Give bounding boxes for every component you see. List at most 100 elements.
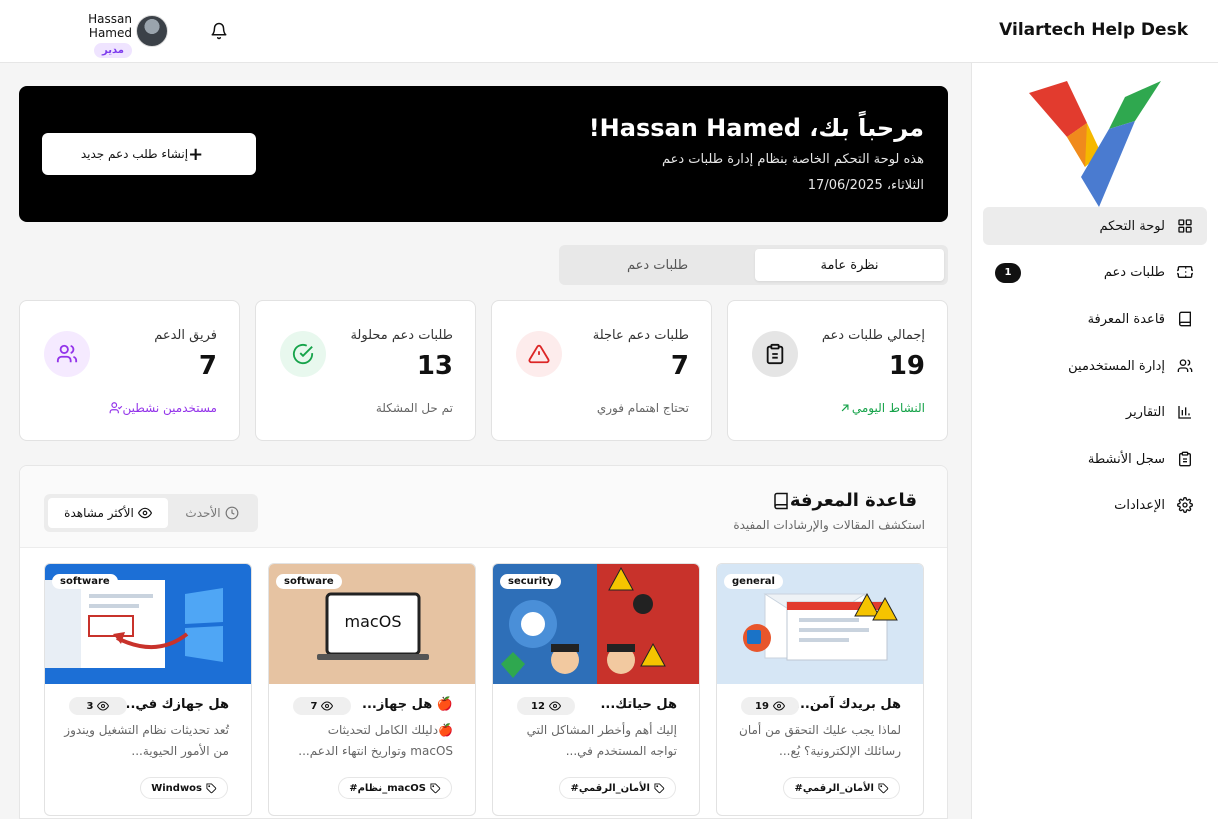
welcome-subtitle: هذه لوحة التحكم الخاصة بنظام إدارة طلبات… [661,152,924,167]
kb-title-label: قاعدة المعرفة [789,490,917,511]
avatar[interactable] [136,15,168,47]
article-excerpt: تُعد تحديثات نظام التشغيل ويندوز من الأم… [64,723,229,758]
user-check-icon [109,402,122,414]
article-card[interactable]: software هل جهازك في... 3 تُعد تحديثات ن… [44,563,252,816]
user-menu[interactable]: Hassan Hamed مدير [42,12,132,58]
article-excerpt: لماذا يجب عليك التحقق من أمان رسائلك الإ… [739,723,901,758]
stat-title: إجمالي طلبات دعم [821,328,925,343]
stat-icon-circle [516,331,562,377]
stat-value: 19 [888,351,925,381]
stat-footer-label: تحتاج اهتمام فوري [596,401,689,415]
article-tag[interactable]: #نظام_macOS [338,777,452,799]
tickets-count-badge: 1 [995,263,1021,283]
stat-footer: مستخدمين نشطين [103,401,217,415]
sidebar-item-knowledge-base[interactable]: قاعدة المعرفة [983,300,1207,338]
kb-sort-toggle: الأحدث الأكثر مشاهدة [44,494,258,532]
sort-latest-button[interactable]: الأحدث [170,498,254,528]
book-icon [1179,311,1191,327]
view-count-value: 3 [86,700,94,712]
sidebar-item-users[interactable]: إدارة المستخدمين [983,347,1207,385]
stat-title: طلبات دعم محلولة [350,328,453,343]
stat-title: فريق الدعم [154,328,217,343]
sidebar-item-label: التقارير [1125,404,1165,420]
kb-title: قاعدة المعرفة [768,490,917,511]
view-count-value: 12 [531,700,545,712]
sidebar: لوحة التحكم طلبات دعم 1 قاعدة المعرفة إد… [971,63,1218,819]
tag-icon [878,782,889,793]
tab-overview[interactable]: نظرة عامة [755,249,944,281]
new-ticket-button[interactable]: + إنشاء طلب دعم جديد [42,133,256,175]
article-title: هل جهازك في... [120,697,229,712]
sidebar-item-tickets[interactable]: طلبات دعم 1 [983,253,1207,291]
stat-footer: النشاط اليومي [832,401,925,415]
stat-icon-circle [752,331,798,377]
stat-icon-circle [44,331,90,377]
eye-icon [97,701,110,711]
view-tabs: نظرة عامة طلبات دعم [559,245,948,285]
top-header: Vilartech Help Desk Hassan Hamed مدير [0,0,1218,63]
category-badge: software [276,574,342,589]
stat-value: 13 [416,351,453,381]
stat-footer: تحتاج اهتمام فوري [597,401,689,415]
bar-chart-icon [1178,406,1191,419]
article-tag-label: #الأمان_الرقمي [570,782,650,794]
brand-title: Vilartech Help Desk [999,20,1188,40]
stat-card-resolved-tickets[interactable]: طلبات دعم محلولة 13 تم حل المشكلة [255,300,476,441]
sidebar-item-label: الإعدادات [1114,497,1165,513]
stat-title: طلبات دعم عاجلة [592,328,689,343]
stat-footer: تم حل المشكلة [376,401,453,415]
user-name: Hassan Hamed [88,12,132,40]
article-tag[interactable]: #الأمان_الرقمي [559,777,676,799]
eye-icon [137,507,152,519]
sidebar-item-settings[interactable]: الإعدادات [983,486,1207,524]
ticket-icon [1177,266,1193,278]
tag-icon [206,782,217,793]
users-icon [1177,359,1193,372]
stat-card-total-tickets[interactable]: إجمالي طلبات دعم 19 النشاط اليومي [727,300,948,441]
article-image: software [45,564,251,684]
article-tag-label: #الأمان_الرقمي [794,782,874,794]
eye-icon [772,701,785,711]
stat-icon-circle [280,331,326,377]
stat-footer-label: النشاط اليومي [851,401,925,415]
sidebar-item-label: سجل الأنشطة [1087,451,1165,467]
category-badge: security [500,574,562,589]
view-count-value: 7 [310,700,318,712]
tag-icon [654,782,665,793]
article-title: هل حياتك... [600,697,677,712]
knowledge-base-section: قاعدة المعرفة استكشف المقالات والإرشادات… [19,465,948,819]
sidebar-item-label: إدارة المستخدمين [1068,358,1165,374]
article-tag[interactable]: Windwos [140,777,228,799]
sort-most-viewed-button[interactable]: الأكثر مشاهدة [48,498,168,528]
article-card[interactable]: general هل بريدك آمن... 19 لماذا يجب علي… [716,563,924,816]
article-title: 🍎 هل جهاز... [362,697,453,712]
article-card[interactable]: security هل حياتك... 12 إليك أهم وأخطر ا… [492,563,700,816]
stat-card-urgent-tickets[interactable]: طلبات دعم عاجلة 7 تحتاج اهتمام فوري [491,300,712,441]
article-image: software macOS [269,564,475,684]
new-ticket-label: إنشاء طلب دعم جديد [80,147,189,161]
sidebar-item-dashboard[interactable]: لوحة التحكم [983,207,1207,245]
sidebar-item-reports[interactable]: التقارير [983,393,1207,431]
book-icon [774,492,788,509]
article-image: general [717,564,923,684]
plus-icon: + [188,143,204,165]
check-circle-icon [292,343,314,365]
tab-tickets[interactable]: طلبات دعم [563,249,752,281]
stat-footer-label: تم حل المشكلة [375,401,453,415]
stat-card-support-team[interactable]: فريق الدعم 7 مستخدمين نشطين [19,300,240,441]
view-count-value: 19 [755,700,769,712]
grid-icon [1178,219,1192,233]
kb-header: قاعدة المعرفة استكشف المقالات والإرشادات… [20,466,947,548]
sidebar-item-label: لوحة التحكم [1099,218,1165,234]
clock-icon [225,506,239,520]
trending-up-icon [841,404,849,412]
article-card[interactable]: software macOS 🍎 هل جهاز... 7 🍎دليلك الك… [268,563,476,816]
stat-value: 7 [198,351,217,381]
sort-latest-label: الأحدث [185,506,221,520]
bell-icon[interactable] [210,22,228,40]
sidebar-item-activity-log[interactable]: سجل الأنشطة [983,440,1207,478]
logo-icon [1029,81,1161,207]
stat-footer-label: مستخدمين نشطين [122,401,217,415]
article-tag[interactable]: #الأمان_الرقمي [783,777,900,799]
alert-triangle-icon [528,344,550,364]
